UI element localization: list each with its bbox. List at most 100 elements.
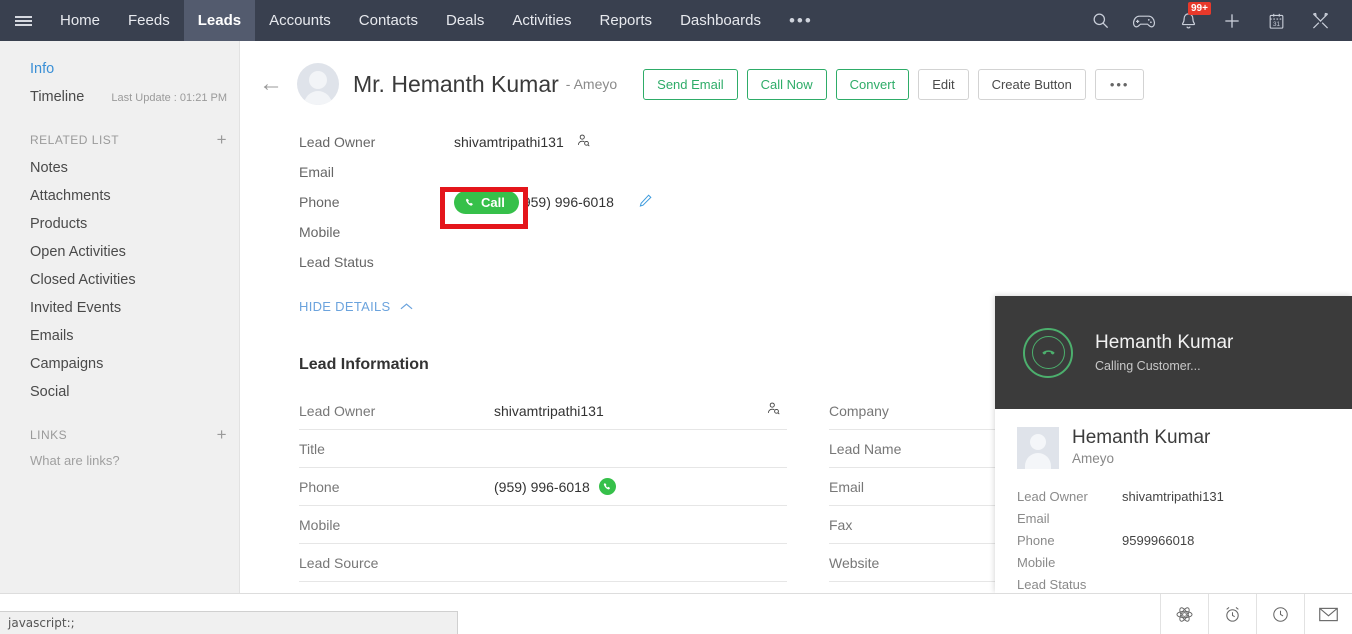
related-list-items: Notes Attachments Products Open Activities C…: [0, 154, 239, 406]
summary-row: Phone Call 959) 996-6018: [299, 187, 1352, 217]
add-link-icon[interactable]: +: [217, 426, 227, 443]
left-sidebar: Info Timeline Last Update : 01:21 PM REL…: [0, 41, 240, 593]
notification-badge: 99+: [1188, 2, 1211, 15]
nav-more-icon[interactable]: •••: [775, 0, 827, 41]
call-popup-body: Hemanth Kumar Ameyo Lead Owner shivamtrip…: [995, 409, 1352, 595]
status-bar-text: javascript:;: [8, 616, 75, 630]
call-button[interactable]: Call: [454, 190, 519, 214]
field-row[interactable]: Lead Source: [299, 544, 787, 582]
top-navigation-bar: Home Feeds Leads Accounts Contacts Deals Activ…: [0, 0, 1352, 41]
sidebar-item-emails[interactable]: Emails: [0, 322, 239, 350]
avatar: [1017, 427, 1059, 469]
popup-detail-value: 9599966018: [1122, 532, 1195, 548]
nav-item-leads[interactable]: Leads: [183, 0, 256, 41]
field-row[interactable]: Lead Owner shivamtripathi131: [299, 392, 787, 430]
sidebar-item-label: Closed Activities: [30, 272, 136, 288]
sidebar-item-attachments[interactable]: Attachments: [0, 182, 239, 210]
summary-field-value: Call 959) 996-6018: [454, 190, 653, 214]
nav-item-feeds[interactable]: Feeds: [114, 0, 184, 41]
gamepad-icon[interactable]: [1122, 0, 1166, 41]
alarm-clock-icon[interactable]: [1208, 594, 1256, 634]
convert-button[interactable]: Convert: [835, 68, 910, 100]
call-now-button[interactable]: Call Now: [746, 68, 827, 100]
field-row[interactable]: Title: [299, 430, 787, 468]
chevron-up-icon: [400, 303, 412, 310]
sidebar-item-label: Timeline: [30, 89, 85, 105]
avatar: [297, 63, 339, 105]
phone-call-icon[interactable]: [598, 478, 616, 495]
field-value-text: shivamtripathi131: [494, 402, 604, 419]
links-header: LINKS +: [0, 406, 239, 449]
summary-row: Email: [299, 157, 1352, 187]
sidebar-item-invited-events[interactable]: Invited Events: [0, 294, 239, 322]
nav-item-deals[interactable]: Deals: [432, 0, 498, 41]
sidebar-item-campaigns[interactable]: Campaigns: [0, 350, 239, 378]
nav-item-contacts[interactable]: Contacts: [345, 0, 432, 41]
field-value: shivamtripathi131: [494, 403, 604, 419]
field-row[interactable]: Industry: [299, 582, 787, 594]
popup-detail-row: Lead Status: [1017, 573, 1352, 595]
envelope-icon[interactable]: [1304, 594, 1352, 634]
summary-row: Lead Owner shivamtripathi131: [299, 127, 1352, 157]
field-value-text: (959) 996-6018: [494, 478, 590, 495]
edit-button[interactable]: Edit: [918, 68, 969, 100]
tools-setup-icon[interactable]: [1298, 0, 1342, 41]
hamburger-menu-icon[interactable]: [0, 0, 46, 41]
summary-field-label: Lead Owner: [299, 134, 376, 150]
sidebar-item-label: Invited Events: [30, 300, 122, 316]
call-popup-header: Hemanth Kumar Calling Customer...: [995, 296, 1352, 409]
sidebar-item-closed-activities[interactable]: Closed Activities: [0, 266, 239, 294]
popup-detail-label: Phone: [1017, 532, 1055, 548]
popup-detail-row: Mobile: [1017, 551, 1352, 573]
browser-status-bar: javascript:;: [0, 611, 458, 634]
field-row[interactable]: Phone (959) 996-6018: [299, 468, 787, 506]
nav-item-reports[interactable]: Reports: [586, 0, 667, 41]
more-actions-button[interactable]: •••: [1094, 68, 1145, 100]
add-related-list-icon[interactable]: +: [217, 131, 227, 148]
create-button-button[interactable]: Create Button: [977, 68, 1086, 100]
page-title: Mr. Hemanth Kumar: [353, 70, 559, 97]
call-popup-panel: Hemanth Kumar Calling Customer... Hemant…: [995, 296, 1352, 593]
popup-detail-rows: Lead Owner shivamtripathi131 Email Phone 959…: [1017, 485, 1352, 595]
popup-detail-row: Email: [1017, 507, 1352, 529]
add-plus-icon[interactable]: [1210, 0, 1254, 41]
send-email-button[interactable]: Send Email: [643, 68, 738, 100]
field-label: Mobile: [299, 516, 341, 533]
clock-icon[interactable]: [1256, 594, 1304, 634]
nav-item-accounts[interactable]: Accounts: [255, 0, 345, 41]
summary-field-value: shivamtripathi131: [454, 133, 591, 151]
summary-row: Mobile: [299, 217, 1352, 247]
nav-item-home[interactable]: Home: [46, 0, 114, 41]
sidebar-item-social[interactable]: Social: [0, 378, 239, 406]
sidebar-item-info[interactable]: Info: [0, 55, 239, 83]
sidebar-item-open-activities[interactable]: Open Activities: [0, 238, 239, 266]
popup-detail-label: Mobile: [1017, 554, 1056, 570]
links-title: LINKS: [30, 427, 68, 442]
sidebar-item-label: Products: [30, 216, 88, 232]
lookup-user-icon[interactable]: [766, 401, 781, 421]
caller-info: Hemanth Kumar Calling Customer...: [1095, 332, 1233, 373]
popup-detail-value: shivamtripathi131: [1122, 488, 1224, 504]
nav-item-dashboards[interactable]: Dashboards: [666, 0, 775, 41]
field-row[interactable]: Mobile: [299, 506, 787, 544]
sidebar-item-label: Attachments: [30, 188, 111, 204]
sidebar-item-products[interactable]: Products: [0, 210, 239, 238]
hide-details-label: HIDE DETAILS: [299, 299, 391, 314]
field-value: (959) 996-6018: [494, 478, 616, 495]
calendar-icon[interactable]: 31: [1254, 0, 1298, 41]
edit-pencil-icon[interactable]: [638, 193, 653, 211]
sidebar-item-timeline[interactable]: Timeline Last Update : 01:21 PM: [0, 83, 239, 111]
lookup-user-icon[interactable]: [576, 133, 591, 151]
what-are-links-link[interactable]: What are links?: [0, 449, 239, 472]
nav-item-activities[interactable]: Activities: [498, 0, 585, 41]
sidebar-item-label: Emails: [30, 328, 74, 344]
summary-phone-number: 959) 996-6018: [522, 194, 614, 210]
field-label: Lead Source: [299, 554, 379, 571]
back-arrow-icon[interactable]: ←: [259, 72, 283, 96]
notifications-bell-icon[interactable]: 99+: [1166, 0, 1211, 41]
hide-details-toggle[interactable]: HIDE DETAILS: [299, 299, 413, 314]
settings-atom-icon[interactable]: [1160, 594, 1208, 634]
sidebar-item-notes[interactable]: Notes: [0, 154, 239, 182]
search-icon[interactable]: [1078, 0, 1122, 41]
summary-field-label: Lead Status: [299, 254, 374, 270]
